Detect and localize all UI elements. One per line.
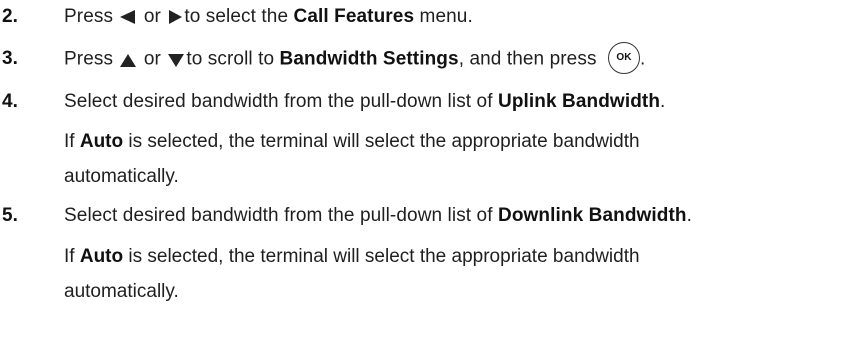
option-auto: Auto: [79, 131, 124, 152]
step-4-note-line-1: If Auto is selected, the terminal will s…: [64, 128, 640, 156]
note-prefix: If: [64, 246, 75, 267]
step-body: Select desired bandwidth from the pull-d…: [64, 205, 493, 226]
note-prefix: If: [64, 131, 75, 152]
step-body: Select desired bandwidth from the pull-d…: [64, 91, 493, 112]
step-connector: or: [143, 48, 161, 70]
step-5-note-line-1: If Auto is selected, the terminal will s…: [64, 243, 640, 271]
step-text: Select desired bandwidth from the pull-d…: [64, 202, 692, 230]
instruction-document: 2. Press or to select the Call Features …: [0, 0, 859, 344]
menu-name-bandwidth-settings: Bandwidth Settings: [279, 48, 459, 70]
step-5-note-line-2: automatically.: [64, 278, 179, 306]
ok-button-icon: OK: [607, 42, 640, 74]
note-text: is selected, the terminal will select th…: [128, 131, 640, 152]
step-after-icons: to scroll to: [186, 48, 275, 70]
step-end: .: [639, 48, 646, 70]
step-number: 4.: [2, 91, 19, 112]
step-prefix: Press: [64, 48, 114, 70]
left-arrow-icon: [120, 9, 136, 24]
menu-name-call-features: Call Features: [293, 6, 415, 27]
step-number: 3.: [2, 48, 19, 69]
step-text: Select desired bandwidth from the pull-d…: [64, 88, 665, 116]
right-arrow-icon: [169, 9, 183, 24]
step-number: 5.: [2, 205, 19, 226]
step-suffix: , and then press: [458, 48, 597, 70]
note-text: automatically.: [64, 166, 179, 187]
step-after-icons: to select the: [184, 6, 289, 27]
step-4-note-line-2: automatically.: [64, 163, 179, 191]
step-end: .: [686, 205, 693, 226]
step-prefix: Press: [64, 6, 114, 27]
step-connector: or: [143, 6, 161, 27]
step-text: Press or to scroll to Bandwidth Settings…: [64, 42, 646, 74]
down-arrow-icon: [168, 53, 185, 67]
step-number: 2.: [2, 6, 19, 27]
up-arrow-icon: [120, 53, 137, 67]
field-name-uplink-bandwidth: Uplink Bandwidth: [498, 91, 661, 112]
option-auto: Auto: [79, 246, 124, 267]
step-end: .: [660, 91, 666, 112]
step-text: Press or to select the Call Features men…: [64, 3, 473, 31]
field-name-downlink-bandwidth: Downlink Bandwidth: [498, 205, 687, 226]
note-text: is selected, the terminal will select th…: [128, 246, 640, 267]
step-suffix: menu.: [419, 6, 473, 27]
note-text: automatically.: [64, 281, 179, 302]
